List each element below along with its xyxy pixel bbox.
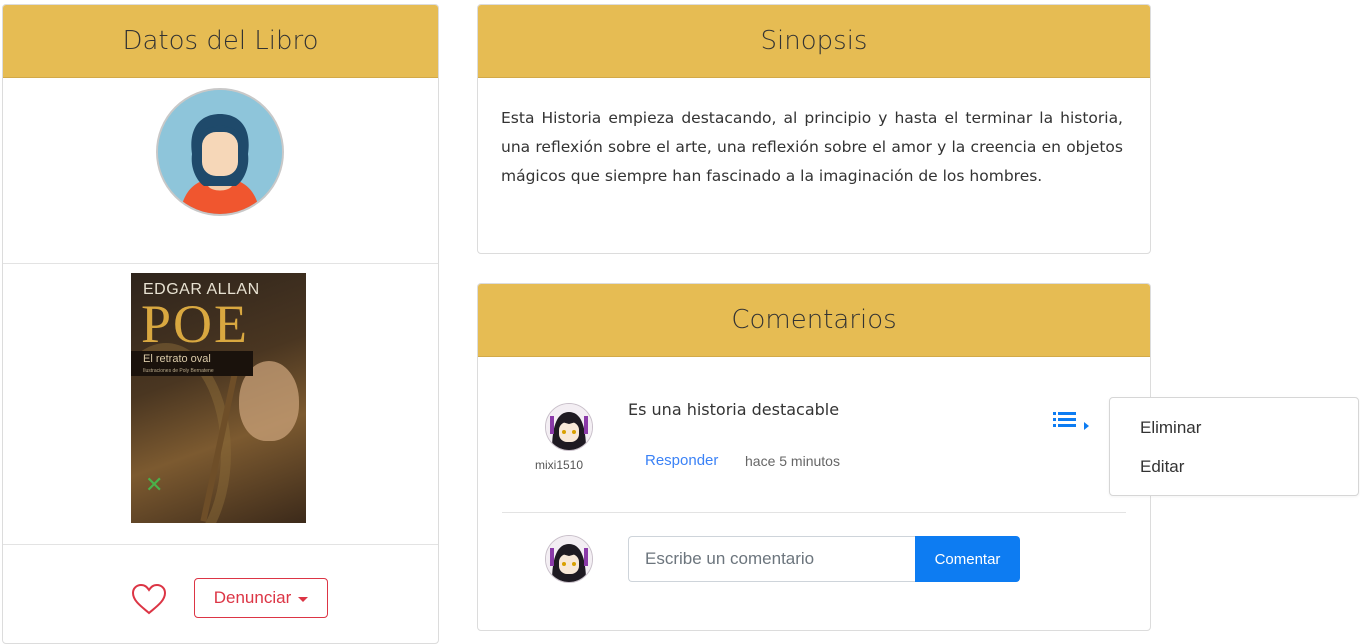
- caret-down-icon: [298, 596, 309, 602]
- user-avatar[interactable]: [156, 88, 284, 216]
- menu-item-edit[interactable]: Editar: [1110, 448, 1358, 486]
- publisher-logo-icon: ✕: [145, 473, 164, 498]
- book-cover-image: EDGAR ALLAN POE El retrato oval Ilustrac…: [131, 273, 306, 523]
- commenter-avatar[interactable]: [545, 403, 593, 451]
- cover-credits: Ilustraciones de Poly Bernatene: [143, 368, 214, 374]
- synopsis-text: Esta Historia empieza destacando, al pri…: [501, 109, 1123, 185]
- book-data-header: Datos del Libro: [3, 5, 438, 78]
- comment-timestamp: hace 5 minutos: [745, 453, 840, 469]
- report-dropdown-button[interactable]: Denunciar: [194, 578, 328, 618]
- anime-avatar-icon: [546, 536, 592, 582]
- like-button[interactable]: [130, 582, 168, 620]
- heart-icon: [131, 583, 167, 615]
- divider: [3, 263, 438, 264]
- comments-header: Comentarios: [478, 284, 1150, 357]
- comment-username[interactable]: mixi1510: [535, 458, 583, 472]
- comment-divider: [502, 512, 1126, 513]
- menu-item-delete[interactable]: Eliminar: [1110, 409, 1358, 447]
- report-label: Denunciar: [213, 588, 292, 607]
- list-menu-icon: [1053, 412, 1089, 430]
- comment-text: Es una historia destacable: [628, 400, 840, 419]
- anime-avatar-icon: [546, 404, 592, 450]
- reply-link[interactable]: Responder: [645, 452, 718, 469]
- submit-comment-button[interactable]: Comentar: [915, 536, 1020, 582]
- cover-subtitle: El retrato oval: [143, 353, 211, 365]
- cover-title: POE: [141, 294, 250, 354]
- synopsis-header: Sinopsis: [478, 5, 1150, 78]
- current-user-avatar: [545, 535, 593, 583]
- comment-input[interactable]: [628, 536, 916, 582]
- comment-options-button[interactable]: [1052, 408, 1092, 432]
- person-avatar-icon: [158, 90, 282, 214]
- divider: [3, 544, 438, 545]
- comment-options-menu: Eliminar Editar: [1109, 397, 1359, 496]
